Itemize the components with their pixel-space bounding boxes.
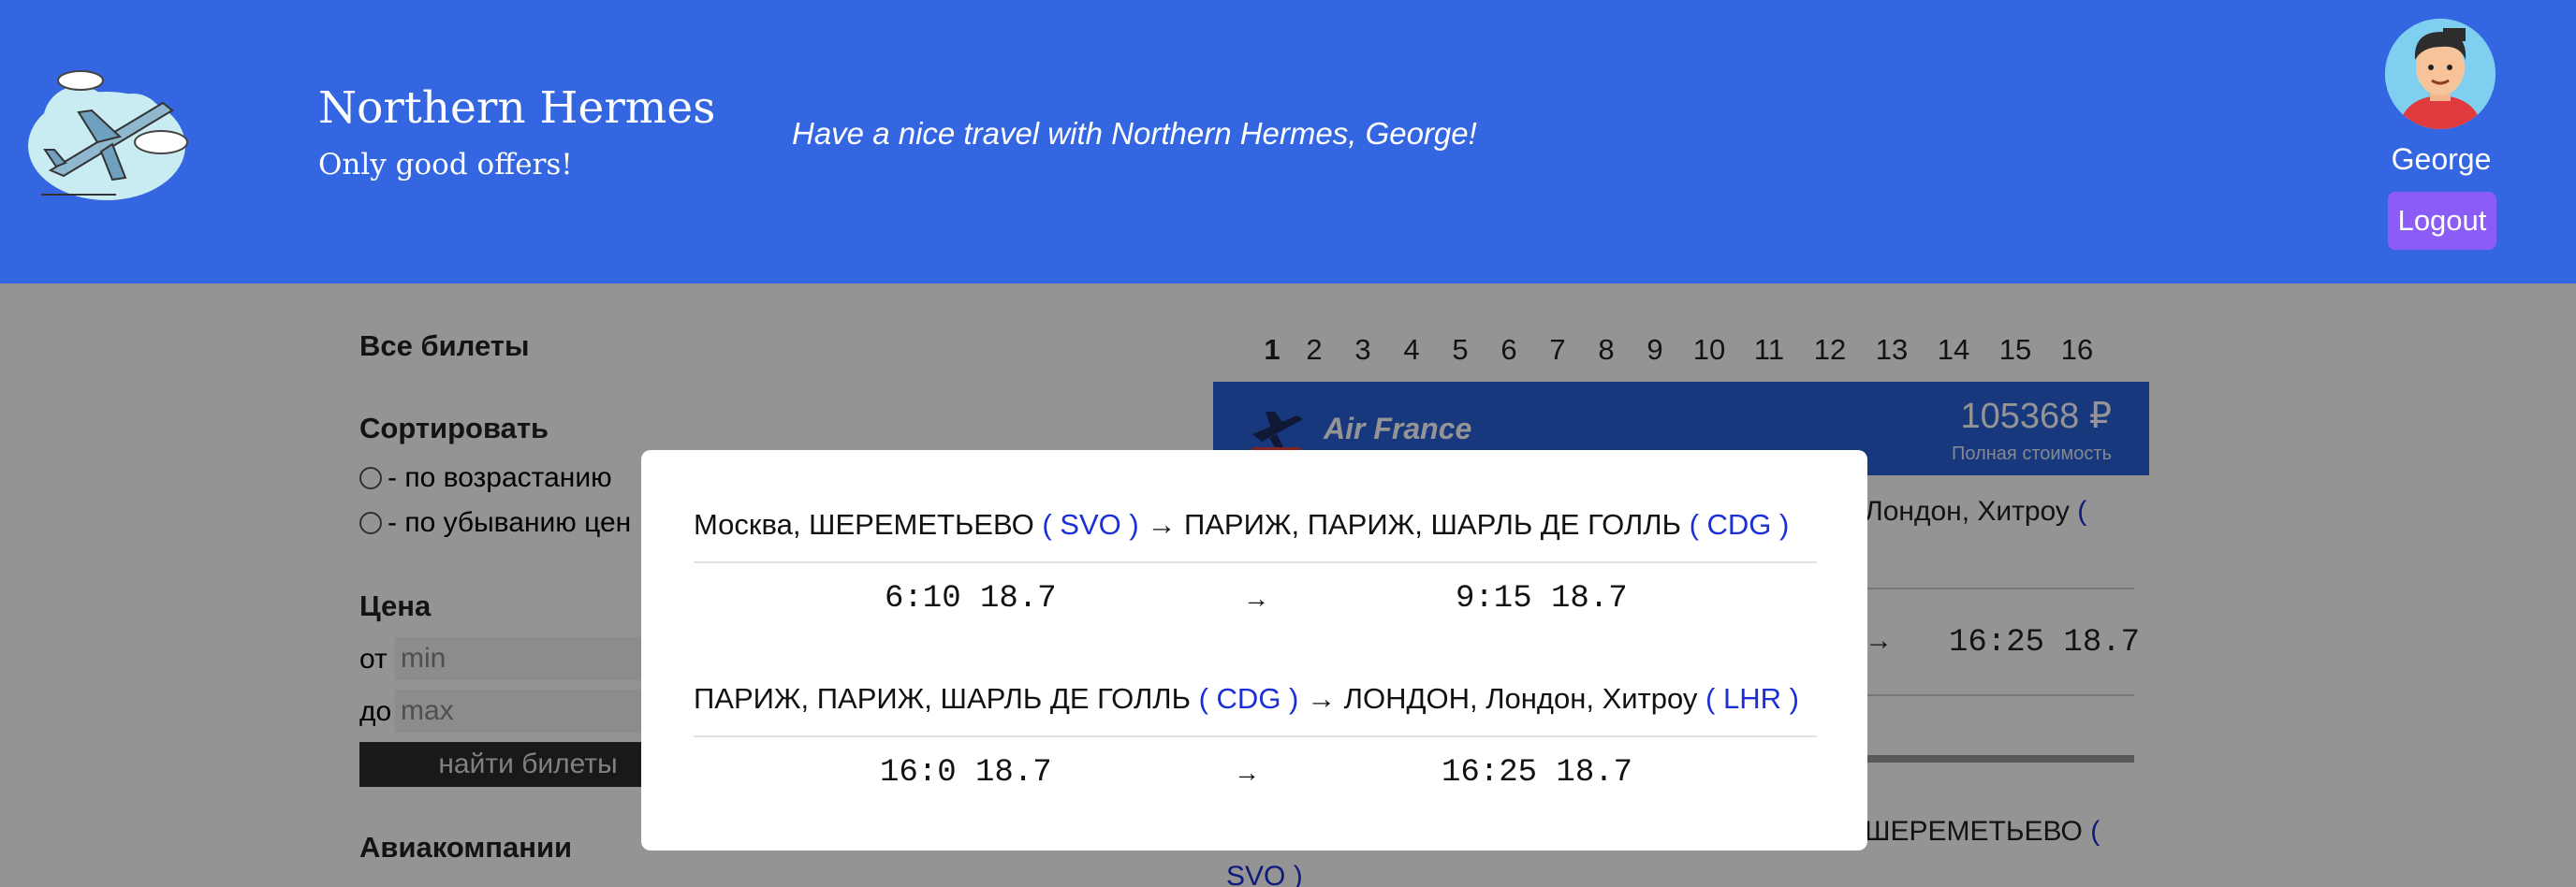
airplane-cloud-icon[interactable] (22, 65, 193, 208)
segment-divider (694, 735, 1817, 737)
segment-to: ПАРИЖ, ПАРИЖ, ШАРЛЬ ДЕ ГОЛЛЬ (1183, 508, 1681, 541)
segment-from-code: ( CDG ) (1198, 682, 1299, 715)
segment-arrive-time: 16:25 18.7 (1442, 755, 1633, 791)
segment-to-code: ( LHR ) (1705, 682, 1799, 715)
segment-route: ПАРИЖ, ПАРИЖ, ШАРЛЬ ДЕ ГОЛЛЬ ( CDG ) → Л… (694, 682, 1799, 716)
segment-from: Москва, ШЕРЕМЕТЬЕВО (694, 508, 1034, 541)
logout-button[interactable]: Logout (2388, 192, 2496, 250)
segment-arrive-time: 9:15 18.7 (1456, 581, 1628, 617)
route-arrow: → (1307, 682, 1336, 715)
segment-depart-time: 16:0 18.7 (880, 755, 1052, 791)
segment-from-code: ( SVO ) (1042, 508, 1139, 541)
segment-to-code: ( CDG ) (1689, 508, 1790, 541)
flight-details-modal: Москва, ШЕРЕМЕТЬЕВО ( SVO ) → ПАРИЖ, ПАР… (641, 450, 1867, 851)
segment-divider (694, 561, 1817, 563)
segment-depart-time: 6:10 18.7 (885, 581, 1057, 617)
segment-route: Москва, ШЕРЕМЕТЬЕВО ( SVO ) → ПАРИЖ, ПАР… (694, 508, 1789, 542)
time-arrow: → (1234, 758, 1260, 787)
segment-from: ПАРИЖ, ПАРИЖ, ШАРЛЬ ДЕ ГОЛЛЬ (694, 682, 1191, 715)
user-name: George (2391, 142, 2492, 176)
route-arrow: → (1147, 508, 1177, 541)
top-header: Northern Hermes Only good offers! Have a… (0, 0, 2576, 284)
brand-title: Northern Hermes (318, 82, 716, 134)
time-arrow: → (1243, 584, 1269, 613)
segment-to: ЛОНДОН, Лондон, Хитроу (1343, 682, 1698, 715)
brand-subtitle: Only good offers! (318, 148, 573, 182)
user-avatar[interactable] (2385, 19, 2496, 129)
greeting-text: Have a nice travel with Northern Hermes,… (792, 116, 1477, 151)
